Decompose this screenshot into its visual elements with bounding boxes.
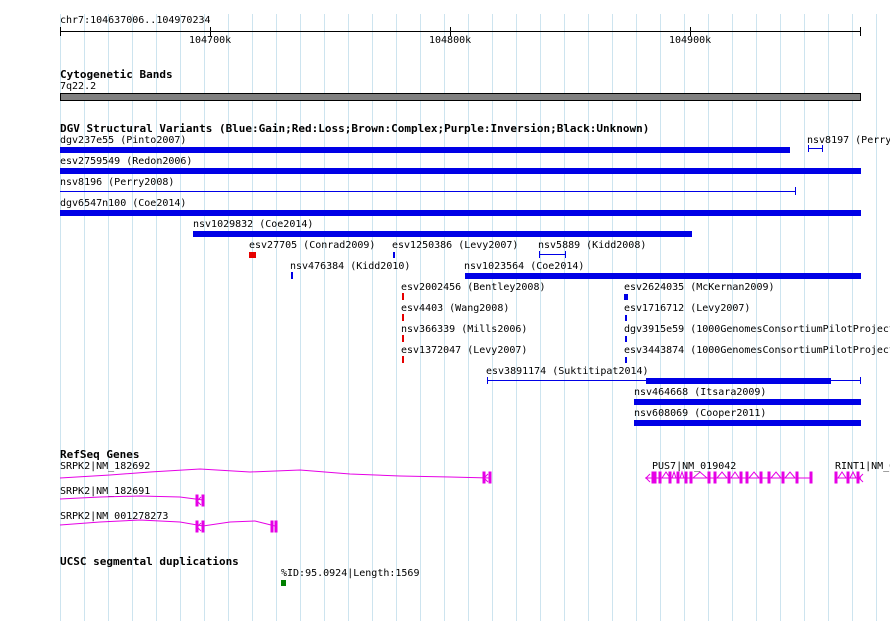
gene-model-srpk2-nm-001278273[interactable]: [59, 519, 278, 533]
segdup-feature[interactable]: [281, 580, 286, 586]
segdup-track-title: UCSC segmental duplications: [60, 555, 239, 568]
gene-model-pus7-nm-019042[interactable]: [645, 470, 813, 484]
gene-model-srpk2-nm-182692[interactable]: [59, 468, 492, 484]
genome-browser-track-view: chr7:104637006..104970234 104700k 104800…: [0, 0, 890, 621]
gene-model-rint1[interactable]: [834, 470, 864, 484]
gene-model-srpk2-nm-182691[interactable]: [59, 494, 205, 507]
gene-models[interactable]: [0, 0, 890, 621]
segdup-feature-label: %ID:95.0924|Length:1569: [281, 568, 420, 579]
